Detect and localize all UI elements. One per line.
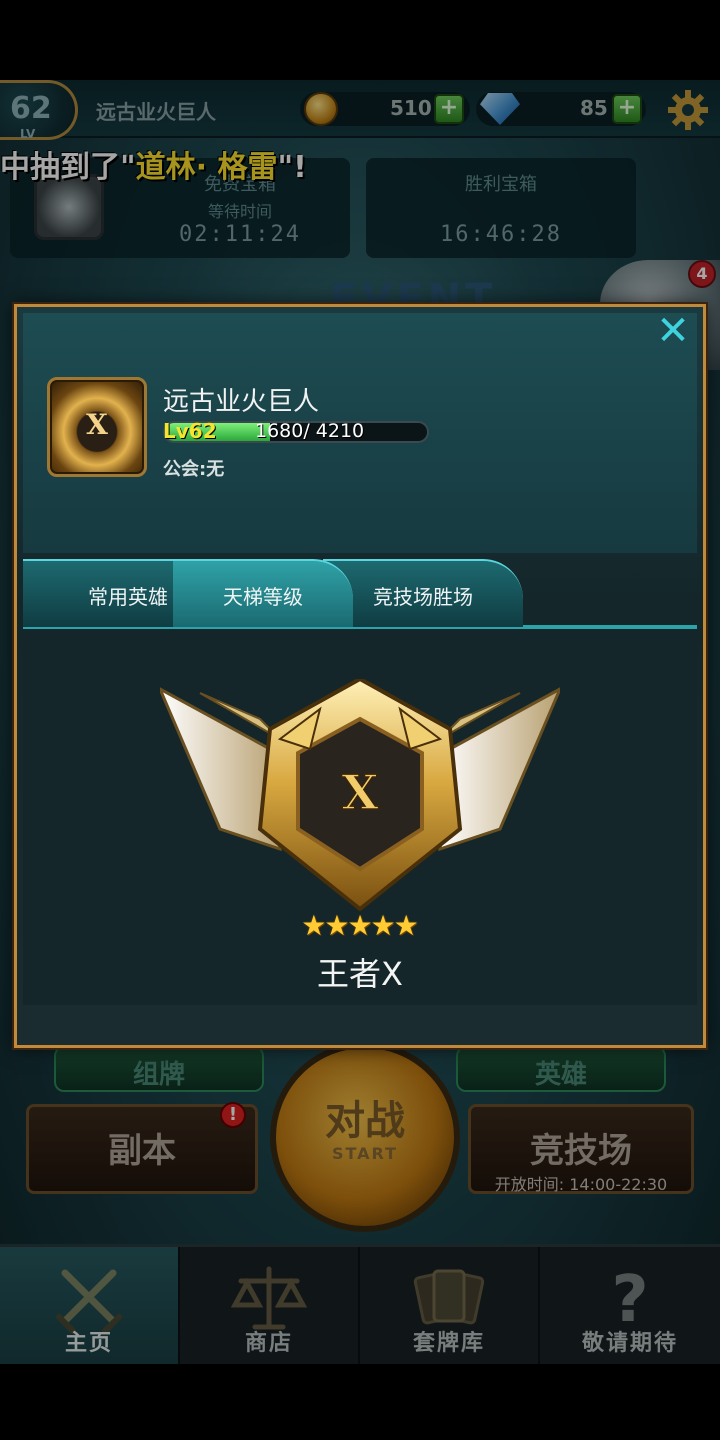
tab-ladder-rank-label: 天梯等级 — [223, 585, 303, 609]
star-icon: ★ — [324, 909, 350, 942]
profile-player-name: 远古业火巨人 — [163, 387, 320, 417]
close-icon[interactable]: ✕ — [653, 311, 693, 351]
star-icon: ★ — [370, 909, 396, 942]
avatar-rank-letter: X — [86, 408, 108, 441]
xp-text: 1680/ 4210 — [255, 420, 365, 442]
guild-info: 公会:无 — [163, 459, 225, 480]
tab-ladder-rank[interactable]: 天梯等级 — [173, 559, 353, 627]
rank-stars: ★★★★★ — [23, 909, 697, 942]
tab-arena-wins-label: 竞技场胜场 — [373, 585, 473, 609]
profile-tabs: 常用英雄 天梯等级 竞技场胜场 — [23, 559, 697, 627]
ladder-rank-panel: X ★★★★★ 王者Ⅹ — [23, 629, 697, 1005]
rank-emblem-icon: X — [160, 679, 560, 912]
player-avatar[interactable]: X — [47, 377, 147, 477]
star-icon: ★ — [301, 909, 327, 942]
rank-name: 王者Ⅹ — [317, 955, 403, 993]
emblem-rank-letter: X — [341, 765, 379, 821]
game-screen: 62 LV 远古业火巨人 510 + 85 + 免费宝箱 等待时间 02:11:… — [0, 80, 720, 1364]
star-icon: ★ — [347, 909, 373, 942]
profile-level: Lv62 — [163, 419, 217, 443]
tab-arena-wins[interactable]: 竞技场胜场 — [323, 559, 523, 627]
star-icon: ★ — [393, 909, 419, 942]
profile-popup: ✕ X 远古业火巨人 Lv62 1680/ 4210 公会:无 常用英雄 天梯等… — [14, 304, 706, 1048]
